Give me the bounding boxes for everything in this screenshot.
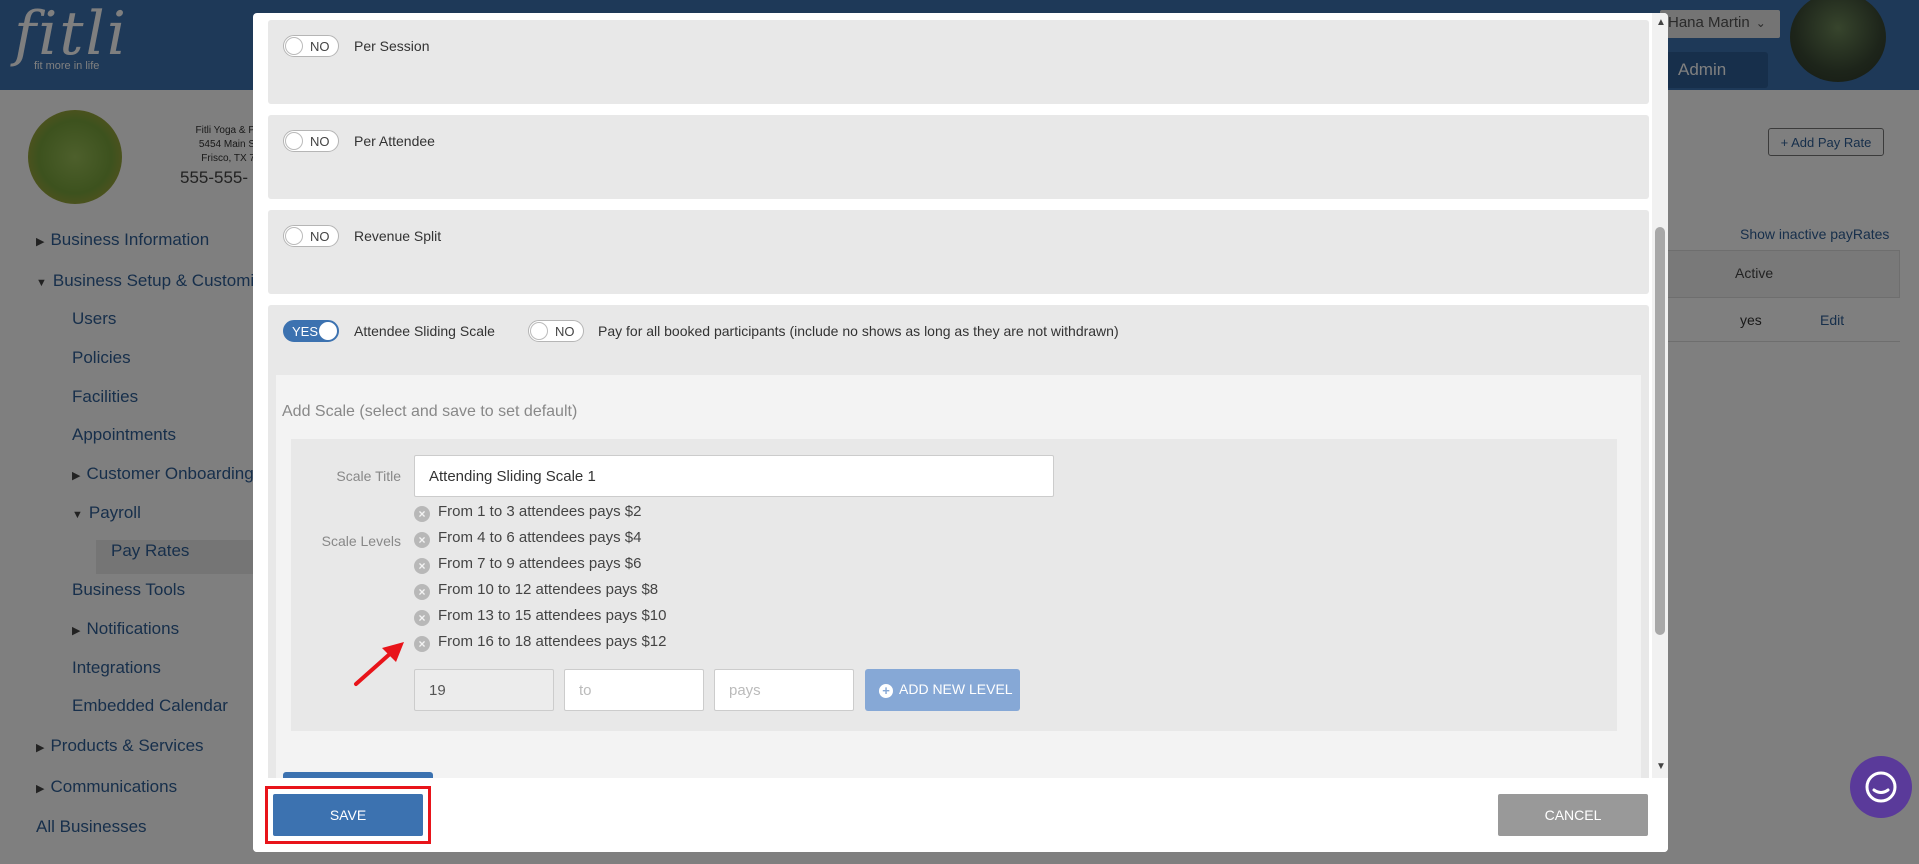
per-session-toggle[interactable]: NO: [283, 35, 339, 57]
toggle-state: YES: [292, 324, 319, 339]
scale-form: Scale Title Scale Levels × From 1 to 3 at…: [291, 439, 1617, 731]
scale-level-item: × From 1 to 3 attendees pays $2: [414, 503, 641, 525]
sliding-scale-label: Attendee Sliding Scale: [354, 323, 495, 339]
add-new-level-label: ADD NEW LEVEL: [899, 681, 1013, 697]
add-scale-title: Add Scale (select and save to set defaul…: [282, 403, 578, 420]
chat-icon[interactable]: [1850, 756, 1912, 818]
remove-circle-icon[interactable]: ×: [414, 584, 430, 600]
scale-level-item: × From 4 to 6 attendees pays $4: [414, 529, 641, 551]
per-session-label: Per Session: [354, 38, 430, 54]
scrollbar-thumb[interactable]: [1655, 227, 1665, 635]
scale-level-text: From 13 to 15 attendees pays $10: [438, 607, 667, 624]
scale-level-item: × From 13 to 15 attendees pays $10: [414, 607, 666, 629]
level-to-input[interactable]: [564, 669, 704, 711]
toggle-knob: [319, 322, 337, 340]
revenue-split-label: Revenue Split: [354, 228, 442, 244]
sliding-scale-toggle[interactable]: YES: [283, 320, 339, 342]
toggle-state: NO: [310, 229, 330, 244]
toggle-state: NO: [555, 324, 575, 339]
pay-all-participants-label: Pay for all booked participants (include…: [598, 323, 1119, 339]
scale-level-text: From 4 to 6 attendees pays $4: [438, 529, 642, 546]
pay-all-participants-toggle[interactable]: NO: [528, 320, 584, 342]
per-attendee-toggle[interactable]: NO: [283, 130, 339, 152]
per-attendee-label: Per Attendee: [354, 133, 435, 149]
scale-title-input[interactable]: [414, 455, 1054, 497]
scale-level-text: From 10 to 12 attendees pays $8: [438, 581, 659, 598]
level-from-input[interactable]: [414, 669, 554, 711]
scale-level-item: × From 10 to 12 attendees pays $8: [414, 581, 658, 603]
remove-circle-icon[interactable]: ×: [414, 610, 430, 626]
scale-level-item: × From 7 to 9 attendees pays $6: [414, 555, 641, 577]
add-scale-section: Add Scale (select and save to set defaul…: [276, 375, 1641, 778]
level-pays-input[interactable]: [714, 669, 854, 711]
add-new-level-button[interactable]: + ADD NEW LEVEL: [865, 669, 1020, 711]
scale-level-item: × From 16 to 18 attendees pays $12: [414, 633, 666, 655]
chat-glyph: [1865, 771, 1897, 803]
scroll-down-icon[interactable]: ▼: [1656, 761, 1666, 772]
scale-level-text: From 7 to 9 attendees pays $6: [438, 555, 642, 572]
scroll-up-icon[interactable]: ▲: [1656, 17, 1666, 28]
scale-level-text: From 1 to 3 attendees pays $2: [438, 503, 642, 520]
toggle-knob: [530, 322, 548, 340]
toggle-state: NO: [310, 134, 330, 149]
sliding-scale-panel: YES Attendee Sliding Scale NO Pay for al…: [268, 305, 1649, 778]
modal-footer: SAVE CANCEL: [253, 778, 1668, 852]
per-session-panel: NO Per Session: [268, 20, 1649, 104]
remove-circle-icon[interactable]: ×: [414, 532, 430, 548]
save-button[interactable]: SAVE: [273, 794, 423, 836]
toggle-knob: [285, 37, 303, 55]
remove-circle-icon[interactable]: ×: [414, 506, 430, 522]
toggle-knob: [285, 132, 303, 150]
remove-circle-icon[interactable]: ×: [414, 558, 430, 574]
scale-title-label: Scale Title: [336, 468, 401, 484]
modal-body[interactable]: NO Per Session NO Per Attendee NO Revenu…: [253, 13, 1652, 778]
revenue-split-toggle[interactable]: NO: [283, 225, 339, 247]
scale-level-text: From 16 to 18 attendees pays $12: [438, 633, 667, 650]
pay-rate-modal: NO Per Session NO Per Attendee NO Revenu…: [253, 13, 1668, 852]
annotation-arrow-icon: [354, 642, 404, 686]
per-attendee-panel: NO Per Attendee: [268, 115, 1649, 199]
cancel-button[interactable]: CANCEL: [1498, 794, 1648, 836]
plus-circle-icon: +: [879, 684, 893, 698]
remove-circle-icon[interactable]: ×: [414, 636, 430, 652]
revenue-split-panel: NO Revenue Split: [268, 210, 1649, 294]
modal-scrollbar[interactable]: ▲ ▼: [1652, 13, 1668, 778]
toggle-state: NO: [310, 39, 330, 54]
scale-levels-label: Scale Levels: [321, 533, 401, 549]
toggle-knob: [285, 227, 303, 245]
